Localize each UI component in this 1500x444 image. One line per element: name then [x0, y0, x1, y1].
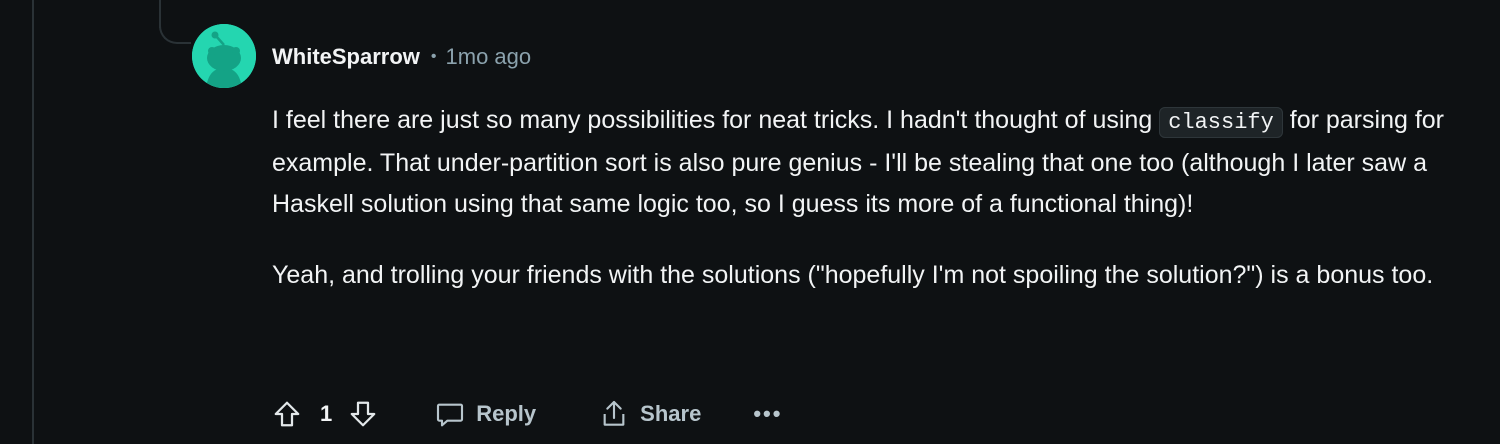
comment-meta: WhiteSparrow • 1mo ago	[272, 42, 531, 72]
paragraph-text: I feel there are just so many possibilit…	[272, 106, 1160, 134]
reply-label: Reply	[476, 401, 537, 426]
username-link[interactable]: WhiteSparrow	[272, 44, 420, 70]
inline-code: classify	[1159, 107, 1283, 138]
upvote-button[interactable]	[270, 395, 304, 433]
timestamp[interactable]: 1mo ago	[446, 44, 532, 70]
comment-paragraph: Yeah, and trolling your friends with the…	[272, 261, 1434, 289]
share-arrow-icon	[603, 400, 625, 426]
share-label: Share	[640, 401, 702, 426]
avatar[interactable]	[192, 24, 256, 88]
thread-line[interactable]	[32, 0, 34, 444]
reply-button[interactable]: Reply	[424, 395, 546, 433]
downvote-button[interactable]	[346, 395, 380, 433]
speech-bubble-icon	[437, 403, 464, 427]
snoo-avatar-icon	[192, 24, 256, 88]
more-options-button[interactable]: •••	[753, 401, 782, 427]
upvote-arrow-icon	[274, 401, 300, 427]
comment-body: I feel there are just so many possibilit…	[272, 100, 1482, 296]
comment-actions: 1 Reply Share •••	[270, 394, 782, 434]
vote-score: 1	[320, 401, 333, 426]
comment-paragraph: I feel there are just so many possibilit…	[272, 100, 1482, 225]
comment-thread: WhiteSparrow • 1mo ago I feel there are …	[0, 0, 1500, 444]
thread-connector	[159, 10, 191, 44]
downvote-arrow-icon	[350, 401, 376, 427]
meta-separator: •	[430, 48, 437, 65]
share-button[interactable]: Share	[588, 395, 711, 433]
